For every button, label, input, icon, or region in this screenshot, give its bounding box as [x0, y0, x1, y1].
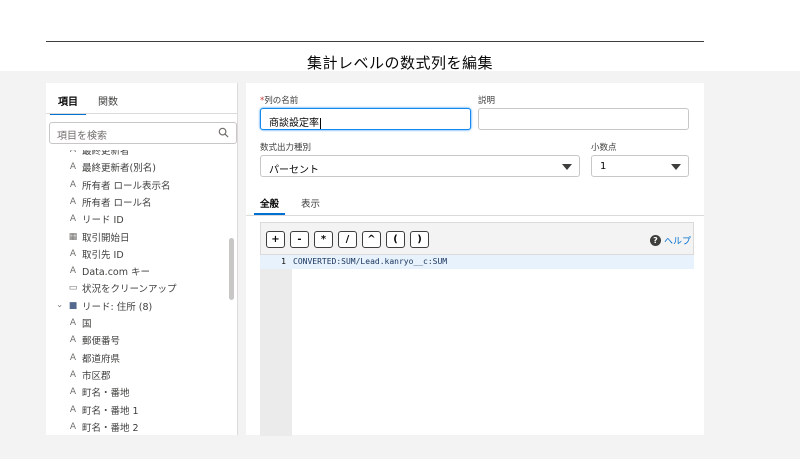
field-label: リード ID	[82, 215, 124, 227]
column-name-input[interactable]: 商談設定率	[260, 108, 471, 130]
formula-code-area[interactable]: 1 CONVERTED:SUM/Lead.kanryo__c:SUM	[260, 254, 694, 436]
decimal-select[interactable]: 1	[591, 155, 689, 177]
operator-add-button[interactable]: +	[266, 231, 285, 248]
field-label: 取引開始日	[82, 232, 130, 244]
text-cursor	[320, 118, 321, 129]
field-search-placeholder: 項目を検索	[57, 131, 107, 142]
field-label: 町名・番地 2	[82, 422, 139, 434]
text-icon: A	[69, 318, 77, 328]
list-item[interactable]: A 取引先 ID	[68, 247, 124, 261]
text-icon: A	[69, 162, 77, 173]
help-link[interactable]: ? ヘルプ	[650, 234, 691, 247]
list-item[interactable]: A国	[68, 316, 92, 330]
operator-power-button[interactable]: ^	[362, 231, 381, 248]
operator-subtract-button[interactable]: -	[290, 231, 309, 248]
column-name-label-text: 列の名前	[264, 96, 299, 106]
list-item[interactable]: A 町名・番地 1	[68, 403, 139, 417]
list-item[interactable]: A リード ID	[68, 212, 124, 226]
chevron-down-icon	[671, 164, 681, 170]
text-icon: A	[69, 150, 77, 155]
field-list: A 最終更新者 A 最終更新者(別名) A 所有者 ロール表示名 A 所有者 ロール名 A リード…	[46, 150, 226, 435]
chevron-down-icon[interactable]: ›	[54, 301, 64, 311]
format-selected-value: パーセント	[269, 165, 319, 176]
column-name-value: 商談設定率	[269, 118, 319, 129]
text-icon: A	[69, 387, 77, 398]
field-label: 町名・番地	[82, 388, 130, 400]
tabs-divider	[46, 113, 237, 114]
line-number-gutter	[260, 255, 292, 436]
field-label: 最終更新者(別名)	[82, 163, 156, 175]
list-item[interactable]: A 所有者 ロール表示名	[68, 178, 171, 192]
line-number: 1	[281, 257, 286, 266]
field-label: Data.com キー	[82, 267, 151, 279]
description-label: 説明	[478, 96, 496, 106]
text-icon: A	[69, 266, 77, 277]
field-label: 都道府県	[82, 353, 121, 365]
help-label: ヘルプ	[664, 237, 692, 247]
list-item[interactable]: A 最終更新者	[68, 150, 130, 157]
list-item[interactable]: A 所有者 ロール名	[68, 195, 152, 209]
question-icon: ?	[650, 235, 661, 246]
list-item[interactable]: A Data.com キー	[68, 264, 150, 278]
field-label: 市区郡	[82, 370, 111, 382]
text-icon: A	[69, 196, 77, 207]
date-icon: ▦	[68, 231, 78, 242]
text-icon: A	[69, 404, 77, 415]
format-select[interactable]: パーセント	[260, 155, 580, 177]
list-item[interactable]: A 町名・番地	[68, 385, 130, 399]
text-icon: A	[69, 335, 77, 346]
dialog-top-rule	[46, 41, 704, 42]
field-label: 郵便番号	[82, 336, 121, 348]
operator-toolbar: + - * / ^ ( )	[266, 231, 429, 248]
search-icon	[218, 127, 229, 138]
field-label: 国	[82, 319, 92, 330]
column-name-label: *列の名前	[260, 94, 298, 106]
dialog-title: 集計レベルの数式列を編集	[306, 54, 493, 72]
field-label: 所有者 ロール表示名	[82, 180, 171, 192]
list-item[interactable]: A 最終更新者(別名)	[68, 160, 156, 174]
operator-multiply-button[interactable]: *	[314, 231, 333, 248]
text-icon: A	[69, 248, 77, 259]
decimal-selected-value: 1	[600, 161, 607, 172]
operator-divide-button[interactable]: /	[338, 231, 357, 248]
operator-open-paren-button[interactable]: (	[386, 231, 405, 248]
editor-tabs: 全般 表示	[253, 196, 320, 216]
tab-general[interactable]: 全般	[253, 196, 286, 216]
chevron-down-icon	[562, 164, 572, 170]
folder-icon: ■	[68, 300, 78, 311]
checkbox-icon: ▭	[68, 283, 78, 294]
operator-close-paren-button[interactable]: )	[410, 231, 429, 248]
list-item[interactable]: A 市区郡	[68, 368, 111, 382]
text-icon: A	[69, 179, 77, 190]
formula-code-line: CONVERTED:SUM/Lead.kanryo__c:SUM	[293, 257, 448, 266]
list-item[interactable]: ▭ 状況をクリーンアップ	[68, 281, 177, 295]
tab-functions[interactable]: 関数	[98, 93, 118, 113]
formula-form: *列の名前 商談設定率 説明 数式出力種別 パーセント 小数点 1 全般 表示 …	[246, 83, 704, 436]
field-picker-panel: 項目 関数 項目を検索 A 最終更新者 A 最終更新者(別名) A 所有者 ロール表示名 A…	[46, 83, 238, 435]
field-label: 最終更新者	[82, 150, 130, 157]
decimal-label: 小数点	[591, 143, 617, 153]
list-item[interactable]: ▦ 取引開始日	[68, 230, 130, 244]
list-item[interactable]: A 郵便番号	[68, 333, 120, 347]
field-picker-tabs: 項目 関数	[50, 93, 118, 115]
field-label: 所有者 ロール名	[82, 197, 152, 209]
description-input[interactable]	[478, 108, 689, 130]
field-label: 町名・番地 1	[82, 405, 139, 417]
format-label: 数式出力種別	[260, 143, 312, 153]
text-icon: A	[69, 352, 77, 363]
text-icon: A	[69, 214, 77, 225]
list-item[interactable]: A 都道府県	[68, 351, 120, 365]
text-icon: A	[69, 369, 77, 380]
list-item[interactable]: A 町名・番地 2	[68, 420, 139, 434]
editor-tabs-divider	[246, 215, 704, 216]
tab-display[interactable]: 表示	[301, 196, 320, 216]
field-search-input[interactable]: 項目を検索	[49, 122, 237, 144]
field-label: 取引先 ID	[82, 249, 124, 261]
field-list-scrollbar[interactable]	[229, 238, 234, 300]
field-group[interactable]: › ■ リード: 住所 (8)	[54, 299, 152, 313]
field-label: リード: 住所 (8)	[82, 301, 153, 313]
field-label: 状況をクリーンアップ	[82, 284, 177, 296]
text-icon: A	[69, 421, 77, 432]
tab-fields[interactable]: 項目	[50, 93, 86, 115]
